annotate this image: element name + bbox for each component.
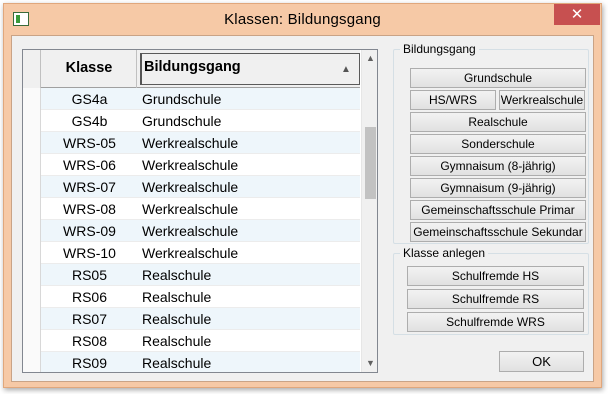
schulfremde-wrs-button[interactable]: Schulfremde WRS: [407, 312, 584, 332]
row-indicator[interactable]: [23, 132, 41, 154]
row-indicator[interactable]: [23, 330, 41, 352]
table-row[interactable]: WRS-06 Werkrealschule: [23, 154, 360, 176]
bildungsgang-group: Bildungsgang Grundschule HS/WRS Werkreal…: [393, 42, 589, 244]
scroll-up-arrow-icon[interactable]: ▲: [362, 50, 377, 67]
cell-bildungsgang[interactable]: Werkrealschule: [142, 154, 357, 176]
hs-wrs-button[interactable]: HS/WRS: [410, 90, 496, 110]
cell-klasse[interactable]: WRS-10: [42, 242, 137, 264]
cell-bildungsgang[interactable]: Realschule: [142, 352, 357, 372]
cell-bildungsgang[interactable]: Werkrealschule: [142, 176, 357, 198]
table-row[interactable]: RS08 Realschule: [23, 330, 360, 352]
cell-klasse[interactable]: RS07: [42, 308, 137, 330]
werkrealschule-button[interactable]: Werkrealschule: [499, 90, 585, 110]
realschule-button[interactable]: Realschule: [410, 112, 586, 132]
grid-header: Klasse Bildungsgang ▲: [23, 50, 360, 88]
vertical-scrollbar[interactable]: ▲ ▼: [361, 50, 377, 372]
table-row[interactable]: RS06 Realschule: [23, 286, 360, 308]
cell-klasse[interactable]: RS05: [42, 264, 137, 286]
column-header-klasse[interactable]: Klasse: [42, 50, 137, 88]
cell-bildungsgang[interactable]: Grundschule: [142, 110, 357, 132]
window-title: Klassen: Bildungsgang: [224, 11, 381, 28]
cell-klasse[interactable]: WRS-08: [42, 198, 137, 220]
grundschule-button[interactable]: Grundschule: [410, 68, 586, 88]
cell-bildungsgang[interactable]: Werkrealschule: [142, 242, 357, 264]
scroll-thumb[interactable]: [365, 127, 376, 199]
ok-button[interactable]: OK: [499, 351, 584, 372]
schulfremde-hs-button[interactable]: Schulfremde HS: [407, 266, 584, 286]
cell-bildungsgang[interactable]: Realschule: [142, 264, 357, 286]
cell-klasse[interactable]: WRS-09: [42, 220, 137, 242]
title-bar: Klassen: Bildungsgang ✕: [4, 4, 601, 34]
row-indicator[interactable]: [23, 220, 41, 242]
table-row[interactable]: WRS-05 Werkrealschule: [23, 132, 360, 154]
cell-klasse[interactable]: RS09: [42, 352, 137, 372]
grid-rows: GS4a Grundschule GS4b Grundschule WRS-05 Werk…: [23, 88, 360, 372]
scroll-down-arrow-icon[interactable]: ▼: [362, 355, 377, 372]
cell-bildungsgang[interactable]: Werkrealschule: [142, 198, 357, 220]
column-header-bildungsgang[interactable]: Bildungsgang: [140, 53, 360, 85]
sonderschule-button[interactable]: Sonderschule: [410, 134, 586, 154]
cell-bildungsgang[interactable]: Realschule: [142, 286, 357, 308]
table-row[interactable]: RS09 Realschule: [23, 352, 360, 372]
table-row[interactable]: WRS-08 Werkrealschule: [23, 198, 360, 220]
cell-klasse[interactable]: WRS-06: [42, 154, 137, 176]
row-indicator[interactable]: [23, 154, 41, 176]
klasse-anlegen-group: Klasse anlegen Schulfremde HS Schulfremd…: [393, 246, 589, 335]
klassen-grid[interactable]: Klasse Bildungsgang ▲ GS4a Grundschule GS4…: [22, 49, 378, 373]
table-row[interactable]: WRS-07 Werkrealschule: [23, 176, 360, 198]
cell-klasse[interactable]: GS4b: [42, 110, 137, 132]
row-indicator[interactable]: [23, 110, 41, 132]
bildungsgang-group-title: Bildungsgang: [400, 42, 479, 56]
row-indicator[interactable]: [23, 264, 41, 286]
cell-bildungsgang[interactable]: Grundschule: [142, 88, 357, 110]
row-header-corner: [23, 50, 41, 88]
cell-bildungsgang[interactable]: Werkrealschule: [142, 132, 357, 154]
row-indicator[interactable]: [23, 352, 41, 372]
table-row[interactable]: WRS-09 Werkrealschule: [23, 220, 360, 242]
cell-bildungsgang[interactable]: Realschule: [142, 308, 357, 330]
cell-bildungsgang[interactable]: Realschule: [142, 330, 357, 352]
gymnasium-9-button[interactable]: Gymnaisum (9-jährig): [410, 178, 586, 198]
dialog-client-area: Klasse Bildungsgang ▲ GS4a Grundschule GS4…: [11, 35, 594, 382]
row-indicator[interactable]: [23, 242, 41, 264]
cell-bildungsgang[interactable]: Werkrealschule: [142, 220, 357, 242]
row-indicator[interactable]: [23, 176, 41, 198]
row-indicator[interactable]: [23, 308, 41, 330]
table-row[interactable]: RS07 Realschule: [23, 308, 360, 330]
sort-ascending-icon: ▲: [341, 64, 351, 75]
cell-klasse[interactable]: WRS-07: [42, 176, 137, 198]
cell-klasse[interactable]: RS06: [42, 286, 137, 308]
cell-klasse[interactable]: RS08: [42, 330, 137, 352]
table-row[interactable]: GS4a Grundschule: [23, 88, 360, 110]
cell-klasse[interactable]: WRS-05: [42, 132, 137, 154]
row-indicator[interactable]: [23, 198, 41, 220]
gemeinschaftsschule-sekundar-button[interactable]: Gemeinschaftsschule Sekundar: [410, 222, 586, 242]
gymnasium-8-button[interactable]: Gymnaisum (8-jährig): [410, 156, 586, 176]
row-indicator[interactable]: [23, 286, 41, 308]
table-row[interactable]: WRS-10 Werkrealschule: [23, 242, 360, 264]
close-button[interactable]: ✕: [554, 4, 600, 25]
table-row[interactable]: RS05 Realschule: [23, 264, 360, 286]
row-indicator[interactable]: [23, 88, 41, 110]
table-row[interactable]: GS4b Grundschule: [23, 110, 360, 132]
klasse-anlegen-group-title: Klasse anlegen: [400, 246, 489, 260]
dialog-window: Klassen: Bildungsgang ✕ Klasse Bildungsg…: [3, 3, 602, 388]
gemeinschaftsschule-primar-button[interactable]: Gemeinschaftsschule Primar: [410, 200, 586, 220]
cell-klasse[interactable]: GS4a: [42, 88, 137, 110]
schulfremde-rs-button[interactable]: Schulfremde RS: [407, 289, 584, 309]
